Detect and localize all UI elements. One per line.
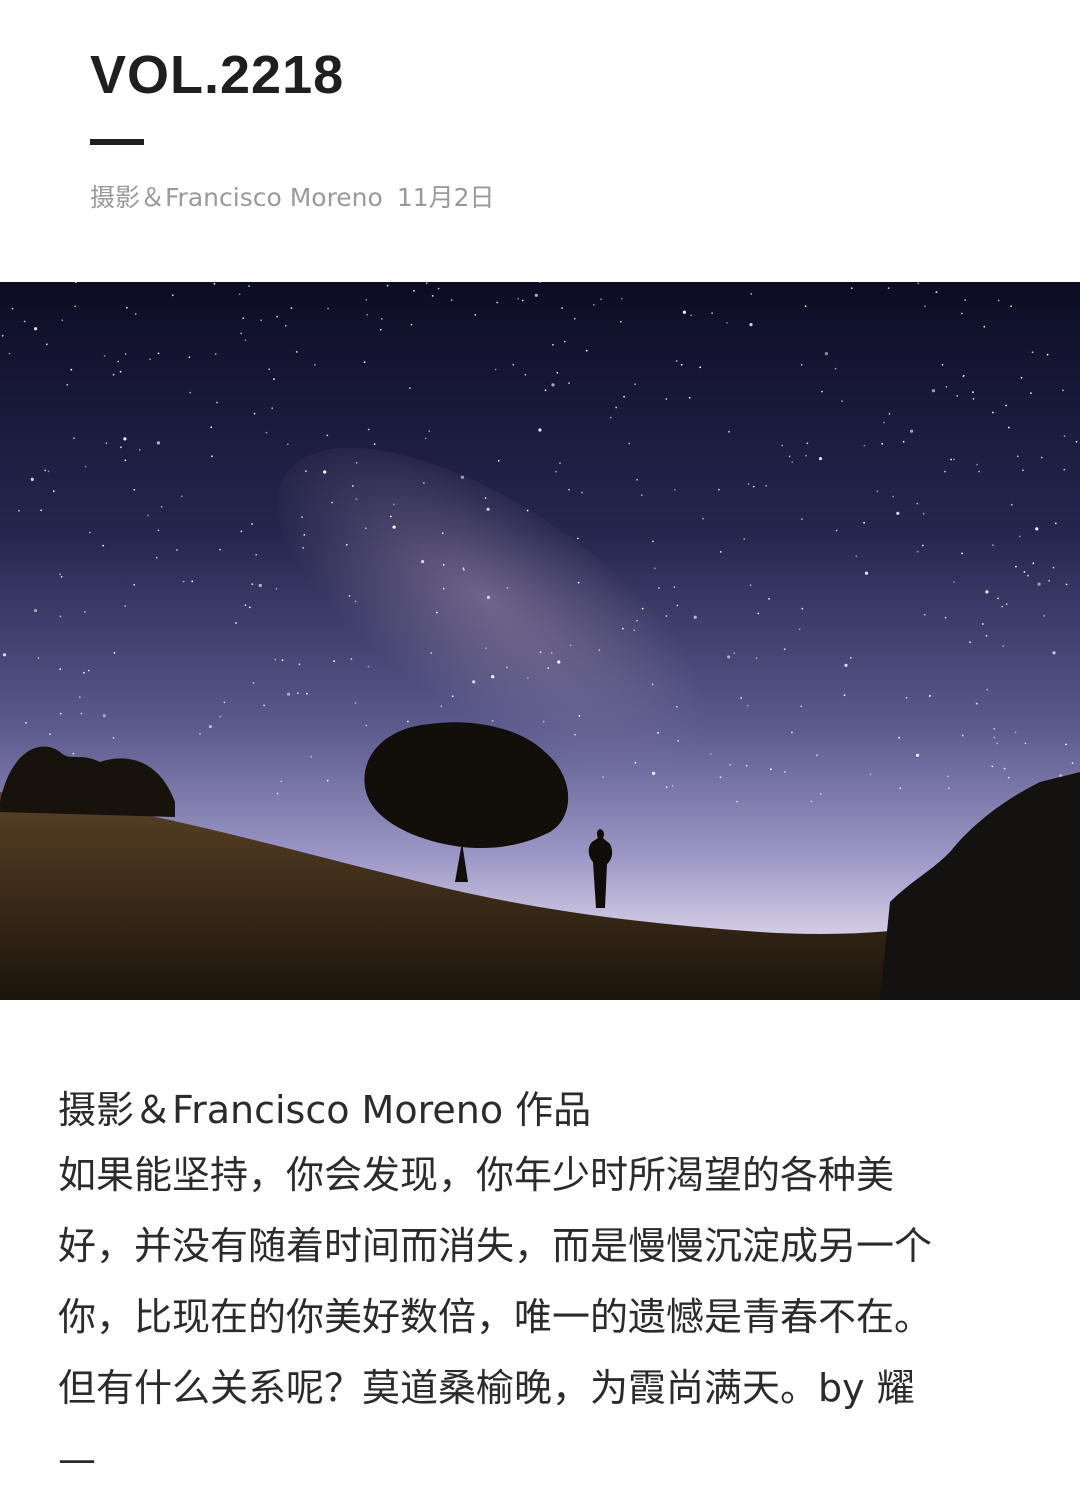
article-body: 摄影＆Francisco Moreno 作品 如果能坚持，你会发现，你年少时所渴… — [58, 1080, 1028, 1495]
paragraph-line: 好，并没有随着时间而消失，而是慢慢沉淀成另一个 — [58, 1224, 933, 1268]
author-label: 摄影＆Francisco Moreno — [90, 183, 383, 212]
article-meta: 摄影＆Francisco Moreno 11月2日 — [90, 178, 495, 214]
paragraph-line: 但有什么关系呢？莫道桑榆晚，为霞尚满天。by 耀 — [58, 1366, 915, 1410]
paragraph-line: 你，比现在的你美好数倍，唯一的遗憾是青春不在。 — [58, 1295, 933, 1339]
photo-credit: 摄影＆Francisco Moreno 作品 — [58, 1088, 592, 1132]
paragraph-line: 如果能坚持，你会发现，你年少时所渴望的各种美 — [58, 1153, 895, 1197]
night-sky-photo — [0, 282, 1080, 1000]
paragraph-line: — — [58, 1437, 96, 1481]
article-header: VOL.2218 摄影＆Francisco Moreno 11月2日 — [0, 0, 1080, 282]
date-label: 11月2日 — [396, 183, 495, 212]
title-underline — [90, 139, 144, 145]
page-title: VOL.2218 — [90, 45, 345, 105]
